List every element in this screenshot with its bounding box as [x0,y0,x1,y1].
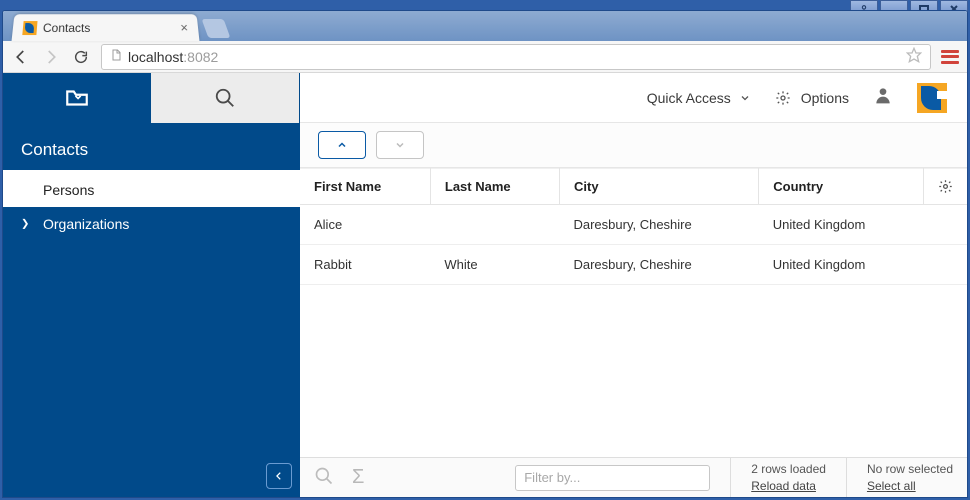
sidebar-item-label: Organizations [43,216,129,232]
collapse-sidebar-button[interactable] [266,463,292,489]
browser-tab[interactable]: Contacts × [12,14,200,41]
cell-last-name: White [430,245,559,285]
cell-city: Daresbury, Cheshire [559,245,758,285]
nav-down-button[interactable] [376,131,424,159]
chevron-down-icon [394,139,406,151]
user-menu[interactable] [873,85,893,110]
browser-toolbar: localhost:8082 [3,41,967,73]
tab-close-icon[interactable]: × [180,20,189,35]
reload-button[interactable] [71,47,91,67]
forward-button[interactable] [41,47,61,67]
new-tab-button[interactable] [202,19,231,38]
bookmark-star-icon[interactable] [906,47,922,66]
select-all-link[interactable]: Select all [867,478,953,494]
topbar: Quick Access Options [300,73,967,123]
chrome-menu-icon[interactable] [941,48,959,66]
back-button[interactable] [11,47,31,67]
quick-access-label: Quick Access [647,90,731,106]
sidebar-item-persons[interactable]: Persons [3,173,300,207]
selection-label: No row selected [867,461,953,477]
column-header-first-name[interactable]: First Name [300,169,430,205]
url-host: localhost [128,49,183,65]
chevron-down-icon [739,92,751,104]
sidebar: Contacts Persons ❯ Organizations [3,73,300,497]
person-icon [873,85,893,105]
table-settings-button[interactable] [938,179,954,194]
column-header-last-name[interactable]: Last Name [430,169,559,205]
cell-last-name [430,205,559,245]
data-table: First Name Last Name City Country Alice [300,168,967,457]
table-row[interactable]: Rabbit White Daresbury, Cheshire United … [300,245,967,285]
cell-first-name: Rabbit [300,245,430,285]
column-header-city[interactable]: City [559,169,758,205]
nav-up-button[interactable] [318,131,366,159]
breadcrumb-bar [300,123,967,168]
sidebar-item-organizations[interactable]: ❯ Organizations [3,207,300,241]
page-icon [110,48,122,65]
folder-icon [64,85,90,111]
filter-input[interactable] [515,465,710,491]
quick-access-menu[interactable]: Quick Access [647,90,751,106]
search-icon [214,87,236,109]
options-menu[interactable]: Options [775,90,849,106]
gear-icon [775,90,791,106]
status-sigma-icon[interactable]: Σ [352,466,364,489]
cell-country: United Kingdom [759,205,923,245]
status-bar: Σ 2 rows loaded Reload data No row selec… [300,457,967,497]
chevron-left-icon [274,471,284,481]
column-header-country[interactable]: Country [759,169,923,205]
cell-city: Daresbury, Cheshire [559,205,758,245]
cell-country: United Kingdom [759,245,923,285]
reload-data-link[interactable]: Reload data [751,478,826,494]
sidebar-tab-outline[interactable] [3,73,151,123]
options-label: Options [801,90,849,106]
url-port: :8082 [183,49,218,65]
table-row[interactable]: Alice Daresbury, Cheshire United Kingdom [300,205,967,245]
chevron-up-icon [336,139,348,151]
gear-icon [938,179,953,194]
sidebar-tab-search[interactable] [151,73,299,123]
status-search-icon[interactable] [314,466,334,489]
sidebar-item-label: Persons [43,182,94,198]
tab-title: Contacts [42,21,90,35]
browser-tab-strip: Contacts × [3,11,967,41]
rows-loaded-label: 2 rows loaded [751,461,826,477]
cell-first-name: Alice [300,205,430,245]
tab-favicon [22,21,37,35]
sidebar-title: Contacts [3,123,300,173]
app-logo [917,83,947,113]
address-bar[interactable]: localhost:8082 [101,44,931,70]
chevron-right-icon: ❯ [21,219,29,230]
